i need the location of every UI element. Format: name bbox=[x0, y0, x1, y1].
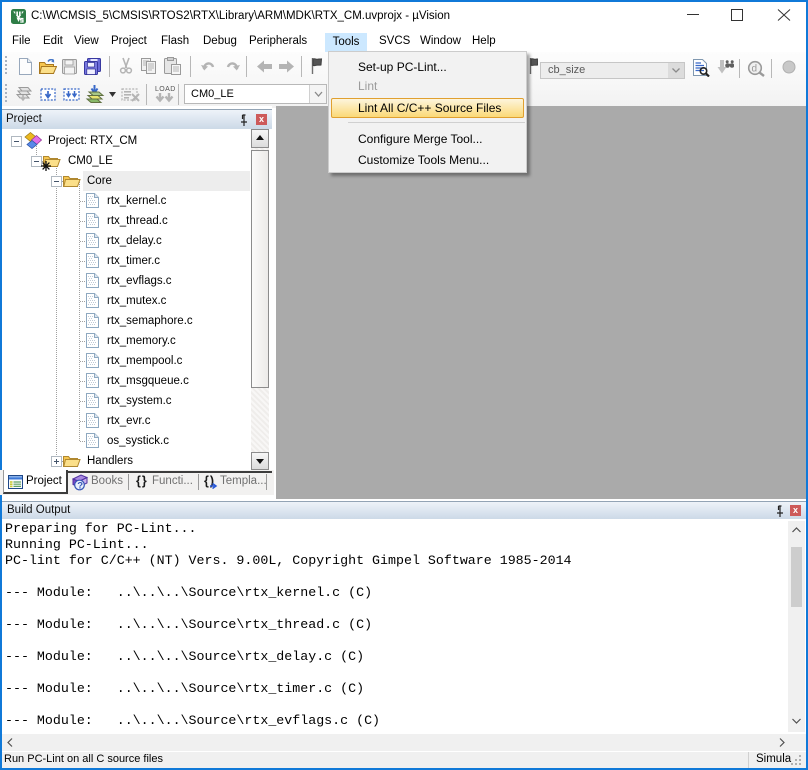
svg-text:LOAD: LOAD bbox=[155, 86, 176, 93]
svg-text:d: d bbox=[752, 64, 758, 75]
svg-text:?: ? bbox=[77, 481, 83, 491]
